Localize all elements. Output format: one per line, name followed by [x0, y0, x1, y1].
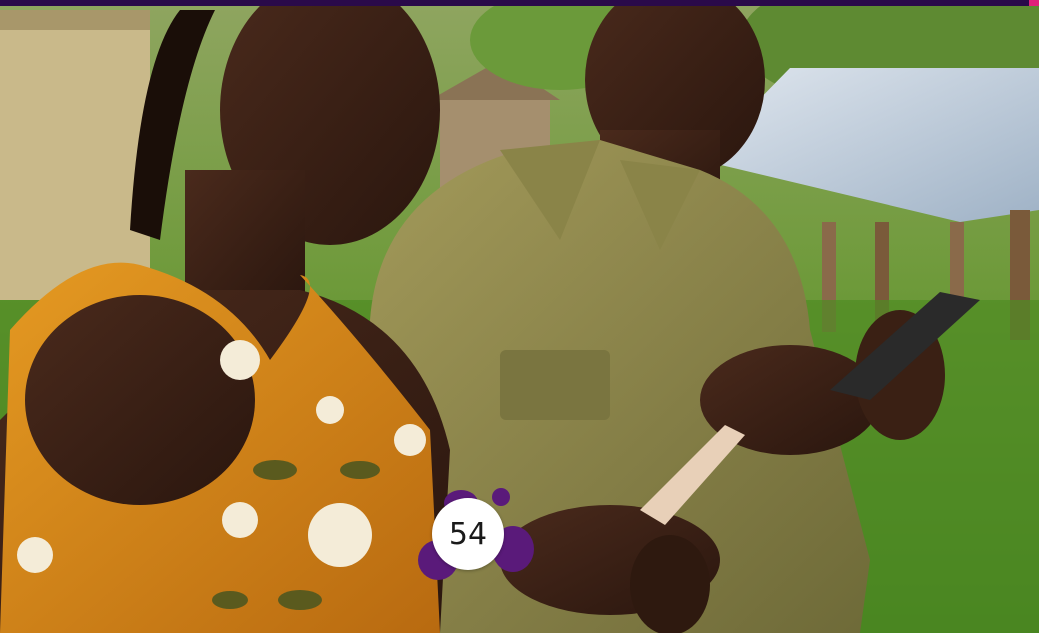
number-badge: 54: [418, 488, 536, 592]
badge-number: 54: [448, 516, 488, 552]
building: [0, 10, 150, 300]
badge-blob: [492, 488, 510, 506]
top-bar: [0, 0, 1039, 6]
badge-circle: 54: [432, 498, 504, 570]
top-bar-accent: [1029, 0, 1039, 6]
